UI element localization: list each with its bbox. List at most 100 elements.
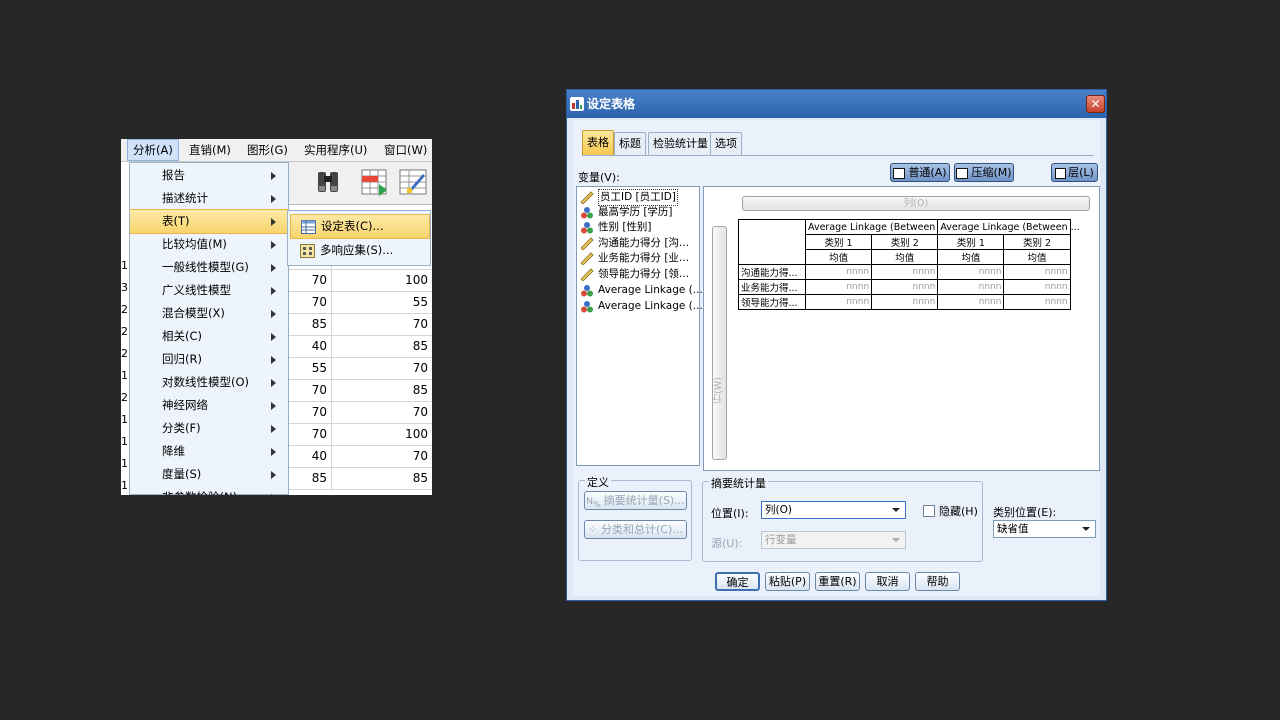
categories-icon: ⁘ (588, 523, 598, 536)
insert-cases-icon[interactable] (359, 166, 391, 198)
compact-view-button[interactable]: 压缩(M) (954, 163, 1014, 182)
table-row[interactable]: 70 100 (289, 269, 432, 292)
menu-item-mixed-models[interactable]: 混合模型(X) (130, 302, 288, 325)
menu-graphs[interactable]: 图形(G) (242, 139, 293, 161)
nominal-variable-icon (580, 206, 594, 219)
chevron-right-icon (271, 172, 276, 180)
paste-button[interactable]: 粘贴(P) (765, 572, 810, 591)
menu-item-descriptive-statistics[interactable]: 描述统计 (130, 187, 288, 210)
tab-test-statistics[interactable]: 检验统计量 (648, 132, 713, 156)
table-icon (893, 167, 906, 179)
toolbar (289, 162, 432, 205)
reset-button[interactable]: 重置(R) (815, 572, 860, 591)
define-group-label: 定义 (585, 474, 611, 490)
rows-drop-zone[interactable]: 行(W) (712, 226, 727, 460)
chevron-right-icon (271, 448, 276, 456)
menu-item-scale[interactable]: 度量(S) (130, 463, 288, 486)
category-position-select[interactable]: 缺省值 (993, 520, 1096, 538)
columns-drop-zone[interactable]: 列(O) (742, 196, 1090, 211)
menu-item-loglinear[interactable]: 对数线性模型(O) (130, 371, 288, 394)
title-bar[interactable]: 设定表格 ✕ (567, 90, 1106, 118)
ok-button[interactable]: 确定 (715, 572, 760, 591)
tab-titles[interactable]: 标题 (614, 132, 646, 156)
menu-item-nonparametric[interactable]: 非参数检验(N) (130, 486, 288, 495)
chevron-right-icon (271, 402, 276, 410)
tables-submenu: 设定表(C)... 多响应集(S)... (287, 210, 431, 266)
row-label: 沟通能力得... (738, 264, 806, 280)
stat-header: 均值 (937, 249, 1005, 265)
nominal-variable-icon (580, 221, 594, 234)
ruler-scale-icon (580, 191, 594, 205)
table-canvas[interactable]: 列(O) 行(W) Average Linkage (Between Avera… (703, 186, 1100, 471)
table-row[interactable]: 55 70 (289, 357, 432, 380)
summary-statistics-group: 摘要统计量 位置(I): 列(O) 隐藏(H) 源(U): 行变量 (702, 475, 983, 562)
layers-icon (1055, 167, 1067, 179)
category-header: 类别 1 (804, 234, 873, 250)
chevron-right-icon (271, 218, 276, 226)
select-cases-icon[interactable] (397, 166, 429, 198)
menu-item-dimension-reduction[interactable]: 降维 (130, 440, 288, 463)
table-row[interactable]: 40 70 (289, 445, 432, 468)
menu-analyze[interactable]: 分析(A) (127, 139, 179, 161)
submenu-item-multiple-response-sets[interactable]: 多响应集(S)... (290, 239, 428, 262)
menu-utilities[interactable]: 实用程序(U) (299, 139, 372, 161)
chevron-right-icon (271, 494, 276, 495)
tab-table[interactable]: 表格 (582, 130, 614, 156)
menu-item-tables[interactable]: 表(T) (130, 209, 288, 234)
custom-tables-dialog: 设定表格 ✕ 表格 标题 检验统计量 选项 变量(V): 普通(A) 压缩(M)… (566, 89, 1107, 601)
summary-statistics-button[interactable]: N% 摘要统计量(S)... (584, 491, 687, 510)
menu-direct-marketing[interactable]: 直销(M) (184, 139, 236, 161)
table-row[interactable]: 70 85 (289, 379, 432, 402)
menu-bar: 分析(A) 直销(M) 图形(G) 实用程序(U) 窗口(W) (121, 139, 432, 162)
spss-app-icon (570, 97, 584, 111)
table-row: 沟通能力得... nnnn nnnn nnnn nnnn (738, 264, 1081, 280)
close-button[interactable]: ✕ (1086, 95, 1105, 113)
menu-item-reports[interactable]: 报告 (130, 164, 288, 187)
position-select[interactable]: 列(O) (761, 501, 906, 519)
menu-item-neural-networks[interactable]: 神经网络 (130, 394, 288, 417)
define-group: 定义 N% 摘要统计量(S)... ⁘ 分类和总计(C)... (578, 474, 692, 561)
chevron-down-icon (892, 538, 900, 542)
layers-button[interactable]: 层(L) (1051, 163, 1098, 182)
chevron-right-icon (271, 356, 276, 364)
table-row: 领导能力得... nnnn nnnn nnnn nnnn (738, 294, 1081, 310)
stat-header: 均值 (871, 249, 939, 265)
submenu-item-custom-tables[interactable]: 设定表(C)... (290, 214, 430, 239)
chevron-right-icon (271, 241, 276, 249)
binoculars-icon[interactable] (312, 166, 344, 198)
menu-item-compare-means[interactable]: 比较均值(M) (130, 233, 288, 256)
menu-item-general-linear-model[interactable]: 一般线性模型(G) (130, 256, 288, 279)
normal-view-button[interactable]: 普通(A) (890, 163, 950, 182)
menu-item-generalized-linear-models[interactable]: 广义线性模型 (130, 279, 288, 302)
variable-list[interactable]: 员工ID [员工ID] 最高学历 [学历] 性别 [性别] 沟通能力得分 [沟.… (576, 186, 703, 466)
table-row[interactable]: 70 100 (289, 423, 432, 446)
dialog-body: 表格 标题 检验统计量 选项 变量(V): 普通(A) 压缩(M) 层(L) 员… (573, 120, 1100, 596)
position-label: 位置(I): (711, 507, 749, 520)
corner-cell (738, 219, 806, 265)
menu-window[interactable]: 窗口(W) (379, 139, 432, 161)
nominal-variable-icon (580, 300, 594, 313)
table-row[interactable]: 85 70 (289, 313, 432, 336)
compact-table-icon (956, 167, 969, 179)
table-row[interactable]: 85 85 (289, 467, 432, 490)
table-preview[interactable]: Average Linkage (Between Average Linkage… (738, 219, 1081, 310)
chevron-right-icon (271, 195, 276, 203)
categories-totals-button[interactable]: ⁘ 分类和总计(C)... (584, 520, 687, 539)
help-button[interactable]: 帮助 (915, 572, 960, 591)
source-select[interactable]: 行变量 (761, 531, 906, 549)
menu-item-correlate[interactable]: 相关(C) (130, 325, 288, 348)
hide-checkbox[interactable] (923, 505, 935, 517)
table-row[interactable]: 40 85 (289, 335, 432, 358)
menu-item-classify[interactable]: 分类(F) (130, 417, 288, 440)
table-row[interactable]: 70 70 (289, 401, 432, 424)
ruler-scale-icon (580, 252, 594, 266)
custom-tables-icon (301, 219, 316, 234)
cancel-button[interactable]: 取消 (865, 572, 910, 591)
chevron-right-icon (271, 287, 276, 295)
table-row[interactable]: 70 55 (289, 291, 432, 314)
tab-options[interactable]: 选项 (710, 132, 742, 156)
group-header: Average Linkage (Between (937, 219, 1071, 235)
category-header: 类别 2 (871, 234, 939, 250)
menu-item-regression[interactable]: 回归(R) (130, 348, 288, 371)
chevron-right-icon (271, 264, 276, 272)
